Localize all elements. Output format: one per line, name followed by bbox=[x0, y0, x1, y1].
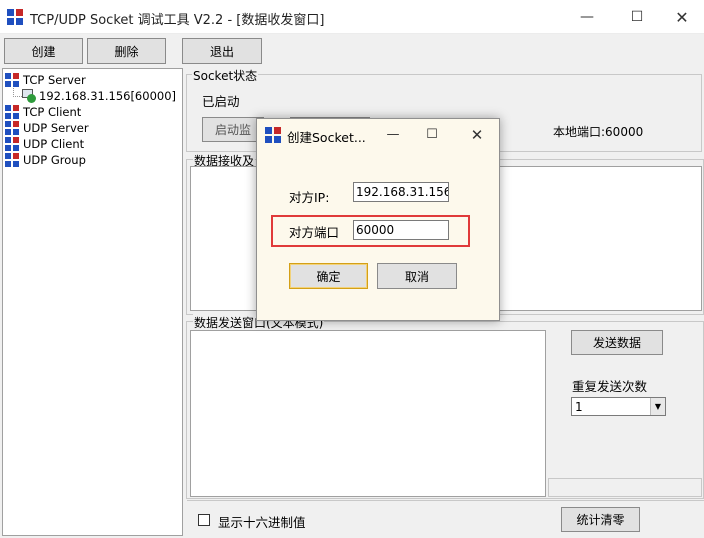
repeat-count-label: 重复发送次数 bbox=[572, 379, 648, 394]
cancel-button[interactable]: 取消 bbox=[377, 263, 457, 289]
repeat-count-select[interactable]: 1 ▼ bbox=[571, 397, 666, 416]
close-button[interactable]: ✕ bbox=[659, 0, 704, 34]
start-listen-button[interactable]: 启动监 bbox=[202, 117, 264, 142]
repeat-count-value: 1 bbox=[575, 399, 583, 414]
tree-item-udp-client[interactable]: UDP Client bbox=[5, 136, 84, 151]
tree-item-tcp-server[interactable]: TCP Server bbox=[5, 72, 86, 87]
app-icon bbox=[265, 127, 281, 143]
tree-item-connection[interactable]: 192.168.31.156[60000] bbox=[22, 88, 176, 103]
client-icon bbox=[5, 104, 19, 119]
send-textarea[interactable] bbox=[190, 330, 546, 497]
tree-item-tcp-client[interactable]: TCP Client bbox=[5, 104, 81, 119]
dialog-maximize-button[interactable]: ☐ bbox=[412, 119, 452, 150]
remote-ip-label: 对方IP: bbox=[289, 190, 330, 205]
window-title: TCP/UDP Socket 调试工具 V2.2 - [数据收发窗口] bbox=[30, 13, 325, 28]
ok-button[interactable]: 确定 bbox=[289, 263, 368, 289]
server-icon bbox=[5, 120, 19, 135]
tree-item-udp-server[interactable]: UDP Server bbox=[5, 120, 89, 135]
clear-stats-button[interactable]: 统计清零 bbox=[561, 507, 640, 532]
chevron-down-icon[interactable]: ▼ bbox=[650, 398, 665, 415]
create-socket-dialog: 创建Socket... — ☐ ✕ 对方IP: 192.168.31.156 对… bbox=[256, 118, 500, 321]
local-port-text: 本地端口:60000 bbox=[553, 125, 644, 139]
send-data-button[interactable]: 发送数据 bbox=[571, 330, 663, 355]
group-icon bbox=[5, 152, 19, 167]
socket-tree[interactable]: TCP Server 192.168.31.156[60000] TCP Cli… bbox=[2, 68, 183, 536]
dialog-minimize-button[interactable]: — bbox=[373, 119, 413, 150]
tree-item-udp-group[interactable]: UDP Group bbox=[5, 152, 86, 167]
socket-status-label: Socket状态 bbox=[192, 67, 259, 84]
dialog-close-button[interactable]: ✕ bbox=[457, 119, 497, 150]
dialog-title: 创建Socket... bbox=[287, 130, 366, 145]
tree-item-label: UDP Server bbox=[23, 120, 89, 135]
connection-label: 192.168.31.156[60000] bbox=[39, 88, 177, 103]
connection-icon bbox=[22, 88, 36, 103]
tree-item-label: UDP Client bbox=[23, 136, 85, 151]
title-bar: TCP/UDP Socket 调试工具 V2.2 - [数据收发窗口] — ☐ … bbox=[0, 0, 704, 34]
remote-port-label: 对方端口 bbox=[289, 225, 340, 240]
status-text: 已启动 bbox=[202, 94, 240, 109]
remote-ip-input[interactable]: 192.168.31.156 bbox=[353, 182, 449, 202]
delete-button[interactable]: 删除 bbox=[87, 38, 166, 64]
exit-button[interactable]: 退出 bbox=[182, 38, 262, 64]
tree-item-label: TCP Client bbox=[23, 104, 82, 119]
remote-port-input[interactable]: 60000 bbox=[353, 220, 449, 240]
minimize-button[interactable]: — bbox=[564, 0, 610, 34]
dialog-title-bar: 创建Socket... — ☐ ✕ bbox=[257, 119, 499, 150]
app-icon bbox=[7, 9, 23, 25]
hex-display-label: 显示十六进制值 bbox=[218, 515, 306, 530]
create-button[interactable]: 创建 bbox=[4, 38, 83, 64]
client-icon bbox=[5, 136, 19, 151]
tree-item-label: TCP Server bbox=[23, 72, 86, 87]
hex-display-checkbox[interactable] bbox=[198, 514, 210, 526]
send-scrollbar[interactable] bbox=[548, 478, 702, 497]
tree-connector bbox=[13, 96, 22, 97]
maximize-button[interactable]: ☐ bbox=[614, 0, 660, 34]
tree-item-label: UDP Group bbox=[23, 152, 86, 167]
server-icon bbox=[5, 72, 19, 87]
